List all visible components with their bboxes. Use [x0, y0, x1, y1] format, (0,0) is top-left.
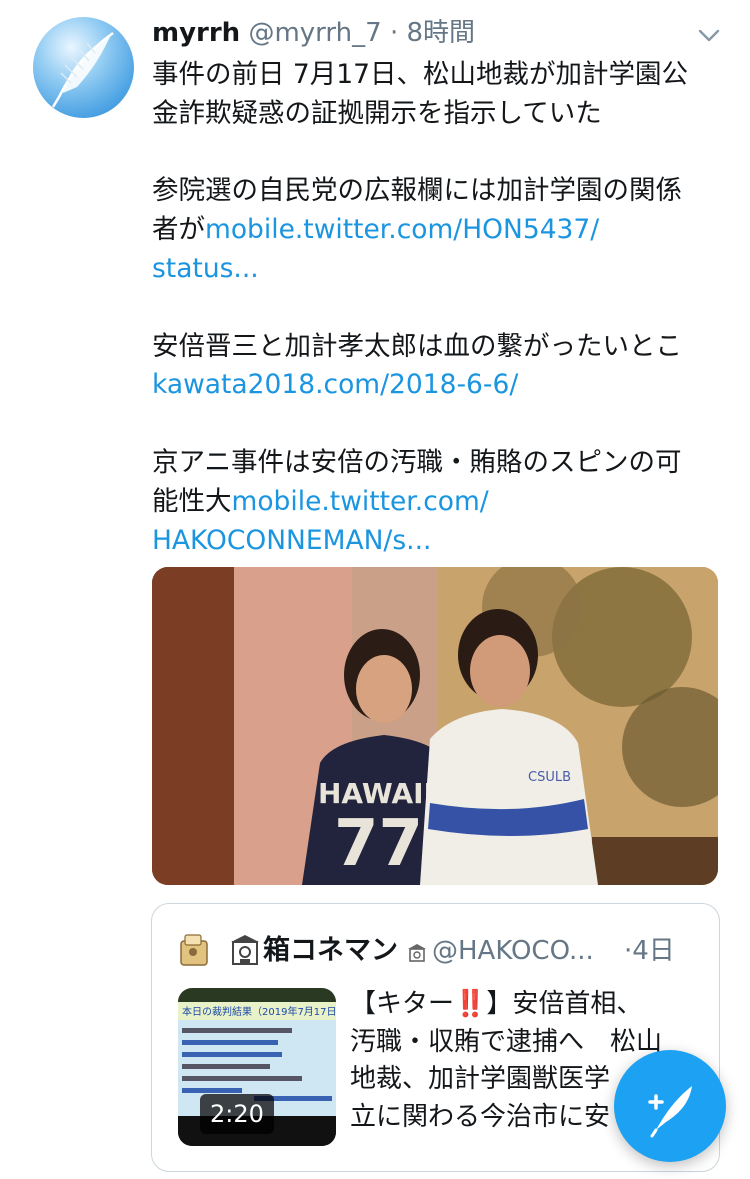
video-duration-badge: 2:20 — [200, 1094, 274, 1134]
quoted-time: 4日 — [632, 936, 675, 966]
tweet-text-line: 能性大mobile.twitter.com/ — [152, 483, 722, 522]
chevron-down-icon[interactable] — [694, 20, 724, 50]
tweet-text-line: 参院選の自民党の広報欄には加計学園の関係 — [152, 172, 722, 211]
tweet-link[interactable]: mobile.twitter.com/HON5437/ — [205, 214, 599, 245]
feather-avatar-icon — [51, 31, 114, 108]
tweet-text-line: 者がmobile.twitter.com/HON5437/ — [152, 211, 722, 250]
quoted-timestamp: ·4日 — [624, 930, 675, 972]
shrine-badge-icon — [408, 944, 426, 962]
tweet-link[interactable]: mobile.twitter.com/ — [232, 486, 489, 517]
header-separator: · — [389, 18, 399, 48]
photo-shirt-number: 77 — [334, 807, 423, 881]
tweet-text-segment: 金詐欺疑惑の証拠開示を指示していた — [152, 97, 602, 129]
tweet-link[interactable]: status... — [152, 253, 259, 284]
author-avatar[interactable] — [33, 17, 134, 118]
author-handle[interactable]: @myrrh_7 — [248, 18, 381, 48]
photo-shirt-logo: CSULB — [528, 770, 571, 785]
shrine-box-icon — [231, 935, 259, 965]
quoted-author-name[interactable]: 箱コネマン — [263, 930, 398, 972]
quoted-text-line: 【キター‼️】安倍首相、 — [350, 989, 643, 1019]
tweet-text: 事件の前日 7月17日、松山地裁が加計学園公 金詐欺疑惑の証拠開示を指示していた参… — [152, 56, 722, 560]
quoted-avatar[interactable] — [177, 931, 215, 969]
quoted-author-handle[interactable]: @HAKOCO... — [432, 930, 594, 972]
tweet-text-line: HAKOCONNEMAN/s... — [152, 522, 722, 561]
tweet-timestamp[interactable]: 8時間 — [406, 18, 475, 48]
tweet-photo[interactable]: HAWAII 77 CSULB — [152, 567, 718, 885]
tweet-link[interactable]: kawata2018.com/2018-6-6/ — [152, 369, 518, 400]
tweet-text-segment: 者が — [152, 214, 205, 246]
compose-feather-icon — [648, 1086, 692, 1138]
tweet-text-line: 京アニ事件は安倍の汚職・賄賂のスピンの可 — [152, 444, 722, 483]
tweet-text-segment: 安倍晋三と加計孝太郎は血の繋がったいとこ — [152, 330, 682, 362]
tweet-text-line: 事件の前日 7月17日、松山地裁が加計学園公 — [152, 56, 722, 95]
tweet-text-segment: 京アニ事件は安倍の汚職・賄賂のスピンの可 — [152, 446, 682, 478]
video-thumbnail-caption: 本日の裁判結果（2019年7月17日） — [182, 1005, 336, 1018]
tweet-text-line: kawata2018.com/2018-6-6/ — [152, 366, 722, 405]
tweet-text-segment: 事件の前日 7月17日、松山地裁が加計学園公 — [152, 59, 689, 90]
tweet-text-segment: 能性大 — [152, 485, 232, 517]
tweet-text-line: status... — [152, 250, 722, 289]
photo-shirt-text: HAWAII — [318, 777, 434, 810]
tweet-text-segment: 参院選の自民党の広報欄には加計学園の関係 — [152, 175, 682, 207]
quoted-video-thumbnail[interactable]: 本日の裁判結果（2019年7月17日） 2:20 — [178, 988, 336, 1146]
tweet-text-line: 金詐欺疑惑の証拠開示を指示していた — [152, 95, 722, 134]
compose-tweet-button[interactable] — [614, 1050, 726, 1162]
photo-image: HAWAII 77 CSULB — [152, 567, 718, 885]
tweet-header: myrrh @myrrh_7 · 8時間 — [152, 16, 475, 50]
tweet-text-line: 安倍晋三と加計孝太郎は血の繋がったいとこ — [152, 328, 722, 367]
tweet-link[interactable]: HAKOCONNEMAN/s... — [152, 525, 431, 556]
author-name[interactable]: myrrh — [152, 18, 240, 48]
